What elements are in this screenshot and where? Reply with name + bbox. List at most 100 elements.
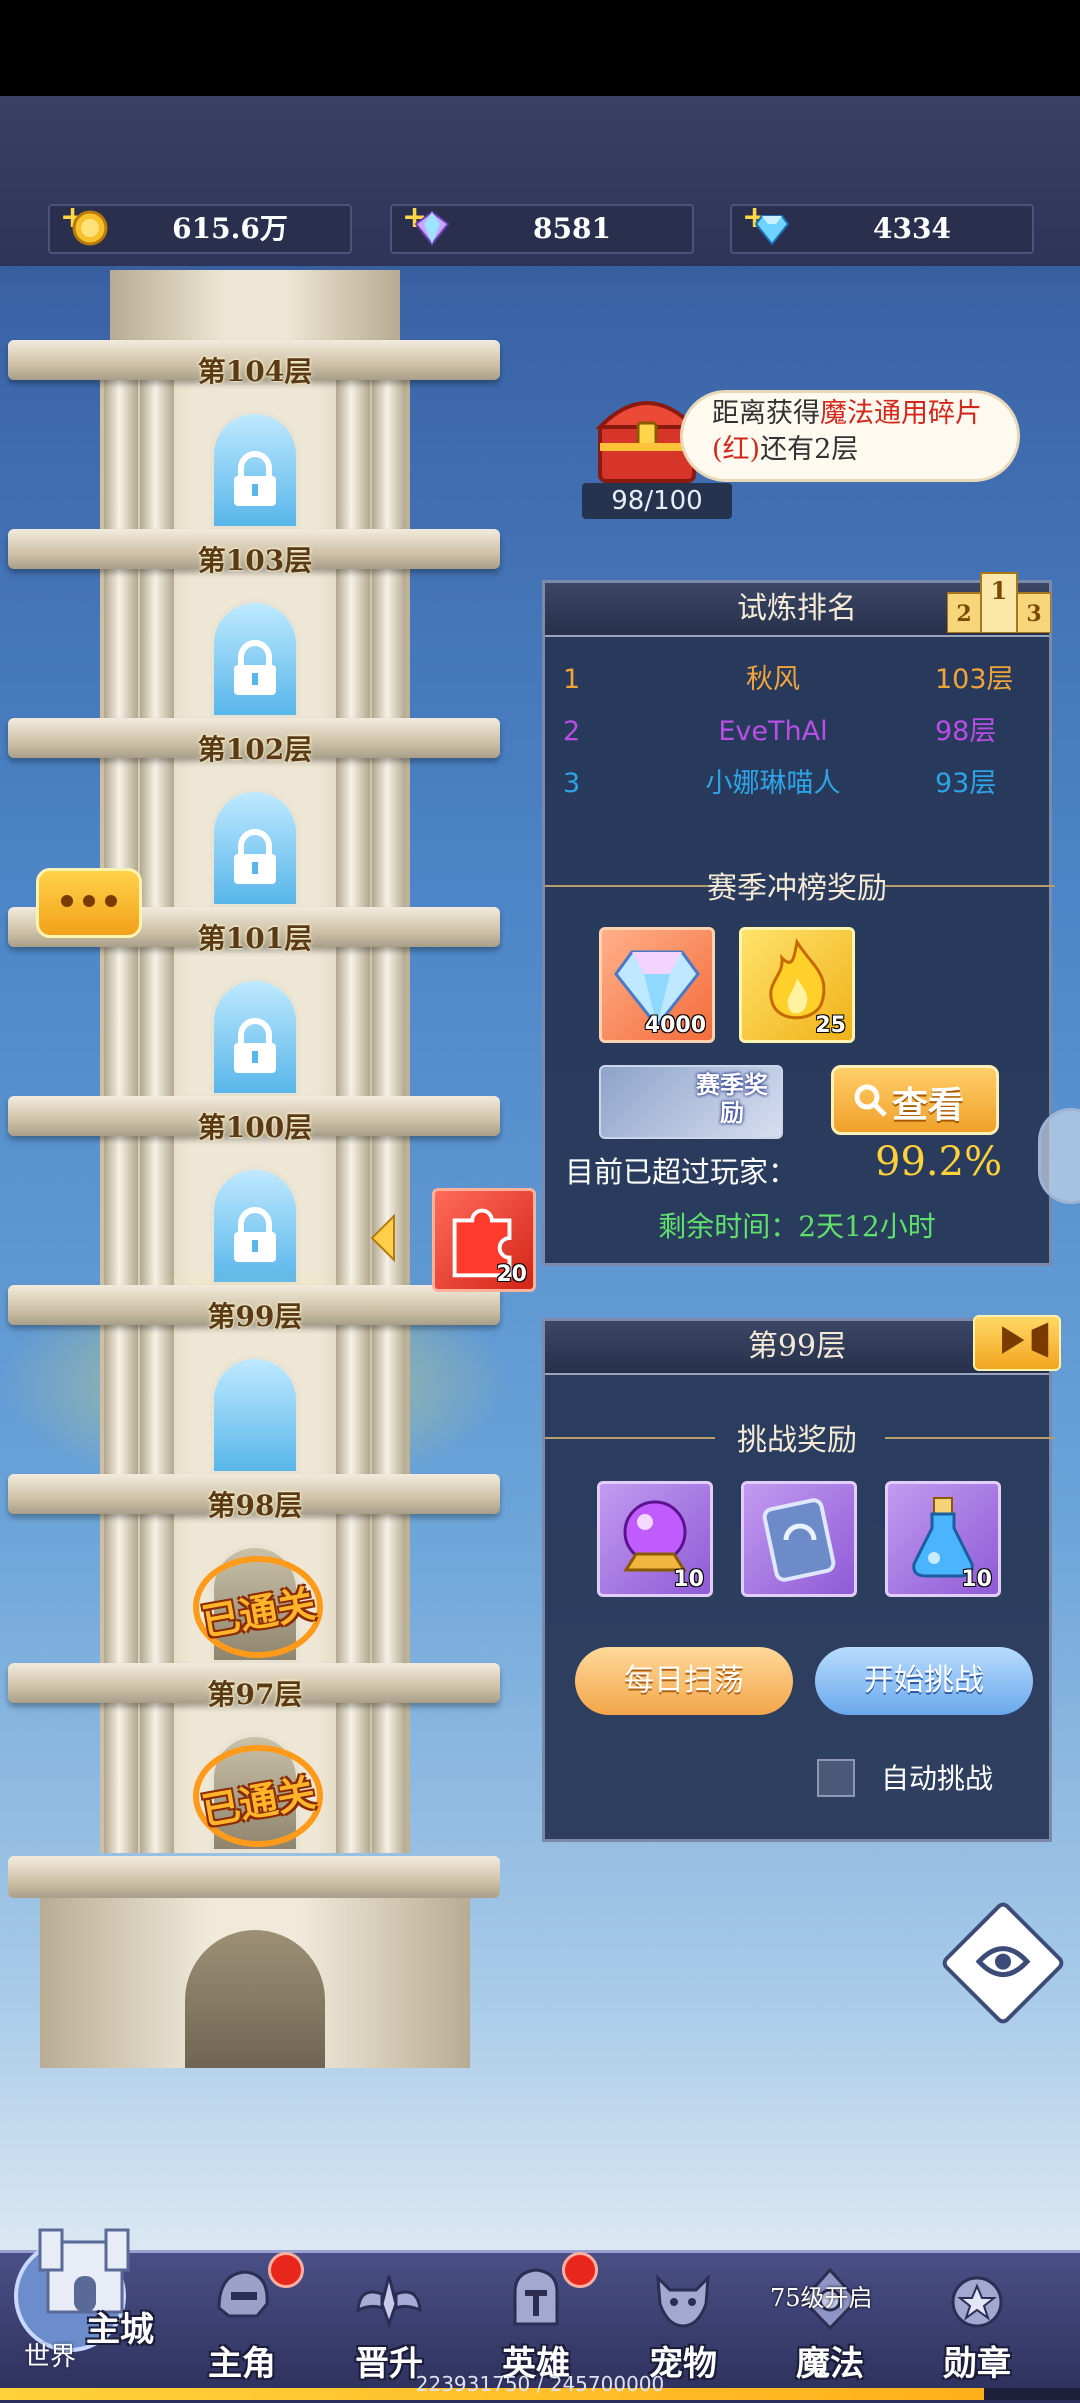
- ranking-row[interactable]: 2 EveThAl 98层: [563, 707, 1033, 757]
- home-world-button[interactable]: 主城 世界: [10, 2206, 170, 2376]
- tower-floor[interactable]: 第98层已通关: [0, 1474, 510, 1664]
- pillar: [104, 1136, 138, 1286]
- pillar: [372, 1514, 406, 1664]
- floor-label: 第104层: [197, 355, 313, 388]
- lock-icon: [234, 1018, 276, 1073]
- floor-label: 第103层: [197, 544, 313, 577]
- challenge-reward-1-count: 10: [673, 1567, 704, 1592]
- season-reward-flame-count: 25: [815, 1013, 846, 1038]
- podium-icon[interactable]: 12 3: [946, 569, 1052, 634]
- pillar: [104, 1325, 138, 1475]
- pillar: [336, 947, 370, 1097]
- pillar: [336, 1703, 370, 1853]
- nav-item[interactable]: 晋升: [319, 2260, 459, 2390]
- gem-resource[interactable]: + 8581: [390, 200, 694, 254]
- start-challenge-button[interactable]: 开始挑战: [815, 1647, 1033, 1715]
- svg-text:2: 2: [956, 601, 971, 627]
- surpass-label: 目前已超过玩家：: [565, 1155, 798, 1189]
- notification-dot: [562, 2252, 598, 2288]
- rank-player-name: 秋风: [746, 664, 800, 695]
- home-label: 主城: [86, 2310, 154, 2350]
- exp-text: 223931750 / 245700000: [415, 2372, 665, 2396]
- rank-floor: 93层: [935, 768, 997, 799]
- magic-unlock-hint: 75级开启: [770, 2284, 873, 2312]
- cleared-stamp: 已通关: [178, 1741, 338, 1851]
- ranking-row[interactable]: 1 秋风 103层: [563, 655, 1033, 705]
- chest-hint-prefix: 距离获得: [712, 398, 820, 429]
- pillar: [104, 947, 138, 1097]
- knight-helmet-icon: [513, 2268, 559, 2326]
- challenge-reward-3[interactable]: 10: [885, 1481, 1001, 1597]
- floor-door: [210, 1355, 300, 1475]
- pillar: [140, 947, 174, 1097]
- pillar: [336, 1325, 370, 1475]
- pillar: [372, 758, 406, 908]
- medal-icon: [951, 2276, 1003, 2328]
- pillar: [140, 380, 174, 530]
- cleared-stamp: 已通关: [178, 1552, 338, 1662]
- floor-label: 第99层: [207, 1300, 303, 1333]
- diamond-resource[interactable]: + 4334: [730, 200, 1034, 254]
- season-reward-diamond-count: 4000: [644, 1013, 706, 1038]
- lock-icon: [234, 829, 276, 884]
- pillar: [104, 380, 138, 530]
- challenge-reward-title: 挑战奖励: [737, 1423, 857, 1458]
- rank-player-name: 小娜琳喵人: [705, 768, 841, 799]
- rune-card-icon: [762, 1498, 836, 1582]
- season-reward-badge[interactable]: 赛季奖励: [599, 1065, 783, 1139]
- daily-sweep-button[interactable]: 每日扫荡: [575, 1647, 793, 1715]
- chest-progress: 98/100: [582, 483, 732, 519]
- floor-label: 第101层: [197, 922, 313, 955]
- magic-eye-icon: [975, 1946, 1031, 1978]
- challenge-reward-2[interactable]: [741, 1481, 857, 1597]
- pillar: [104, 1514, 138, 1664]
- rank-number: 3: [563, 768, 581, 799]
- chest-hint-text: 距离获得魔法通用碎片(红)还有2层: [712, 396, 1012, 468]
- rank-floor: 98层: [935, 716, 997, 747]
- rank-floor: 103层: [935, 664, 1014, 695]
- pillar: [372, 1136, 406, 1286]
- pillar: [104, 569, 138, 719]
- view-button-label: 查看: [892, 1084, 965, 1126]
- view-button[interactable]: 查看: [831, 1065, 999, 1135]
- pillar: [372, 569, 406, 719]
- gold-resource[interactable]: + 615.6万: [48, 200, 352, 254]
- remaining-time: 剩余时间：2天12小时: [658, 1210, 936, 1243]
- floating-menu-button[interactable]: [939, 1899, 1067, 2027]
- tower-floor[interactable]: 第104层: [0, 340, 510, 530]
- nav-item[interactable]: 勋章: [907, 2260, 1047, 2390]
- floor-label: 第98层: [207, 1489, 303, 1522]
- tower-gate: [185, 1930, 325, 2068]
- auto-challenge-checkbox[interactable]: [817, 1759, 855, 1797]
- video-replay-icon[interactable]: [973, 1315, 1061, 1371]
- pillar: [336, 1136, 370, 1286]
- ranking-row[interactable]: 3 小娜琳喵人 93层: [563, 759, 1033, 809]
- svg-text:3: 3: [1026, 601, 1041, 627]
- tower-floor[interactable]: 第103层: [0, 529, 510, 719]
- world-label: 世界: [24, 2342, 77, 2372]
- rainbow-gem-icon: [414, 210, 450, 246]
- arrow-left-icon: [370, 1213, 396, 1263]
- nav-item[interactable]: 宠物: [613, 2260, 753, 2390]
- challenge-reward-1[interactable]: 10: [597, 1481, 713, 1597]
- svg-text:1: 1: [991, 576, 1008, 605]
- gold-coin-icon: [72, 210, 108, 246]
- season-reward-diamond[interactable]: 4000: [599, 927, 715, 1043]
- pillar: [372, 1325, 406, 1475]
- puzzle-reward[interactable]: 20: [432, 1188, 536, 1292]
- season-reward-title: 赛季冲榜奖励: [707, 871, 887, 906]
- pillar: [104, 1703, 138, 1853]
- pillar: [140, 1703, 174, 1853]
- chat-bubble-icon[interactable]: [36, 868, 142, 938]
- lock-icon: [234, 451, 276, 506]
- floor-label: 第97层: [207, 1678, 303, 1711]
- nav-item[interactable]: 主角: [172, 2252, 312, 2390]
- tower-floor[interactable]: 第99层: [0, 1265, 510, 1495]
- season-reward-flame[interactable]: 25: [739, 927, 855, 1043]
- side-handle[interactable]: [1038, 1108, 1080, 1204]
- nav-item[interactable]: 英雄: [466, 2252, 606, 2390]
- tower-floor[interactable]: 第97层已通关: [0, 1663, 510, 1853]
- tower-base-ledge: [8, 1856, 500, 1898]
- gem-value: 8581: [533, 212, 611, 245]
- surpass-value: 99.2%: [875, 1139, 1003, 1185]
